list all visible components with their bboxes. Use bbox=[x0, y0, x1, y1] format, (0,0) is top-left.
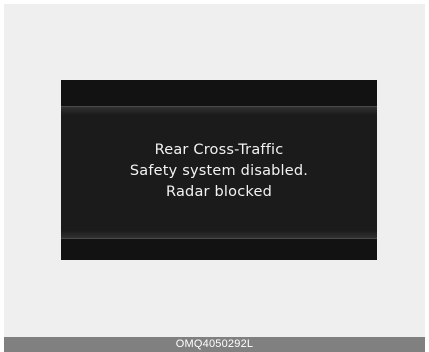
display-bottom-band bbox=[61, 230, 377, 260]
warning-message-line-3: Radar blocked bbox=[166, 184, 272, 200]
warning-message: Rear Cross-Traffic Safety system disable… bbox=[61, 140, 377, 203]
display-top-band bbox=[61, 80, 377, 115]
figure-caption-bar: OMQ4050292L bbox=[4, 337, 425, 352]
cluster-display-screen: Rear Cross-Traffic Safety system disable… bbox=[61, 80, 377, 260]
warning-message-line-2: Safety system disabled. bbox=[129, 163, 309, 179]
figure-code: OMQ4050292L bbox=[175, 338, 254, 350]
figure-frame: Rear Cross-Traffic Safety system disable… bbox=[4, 4, 425, 341]
warning-message-line-1: Rear Cross-Traffic bbox=[154, 142, 284, 158]
